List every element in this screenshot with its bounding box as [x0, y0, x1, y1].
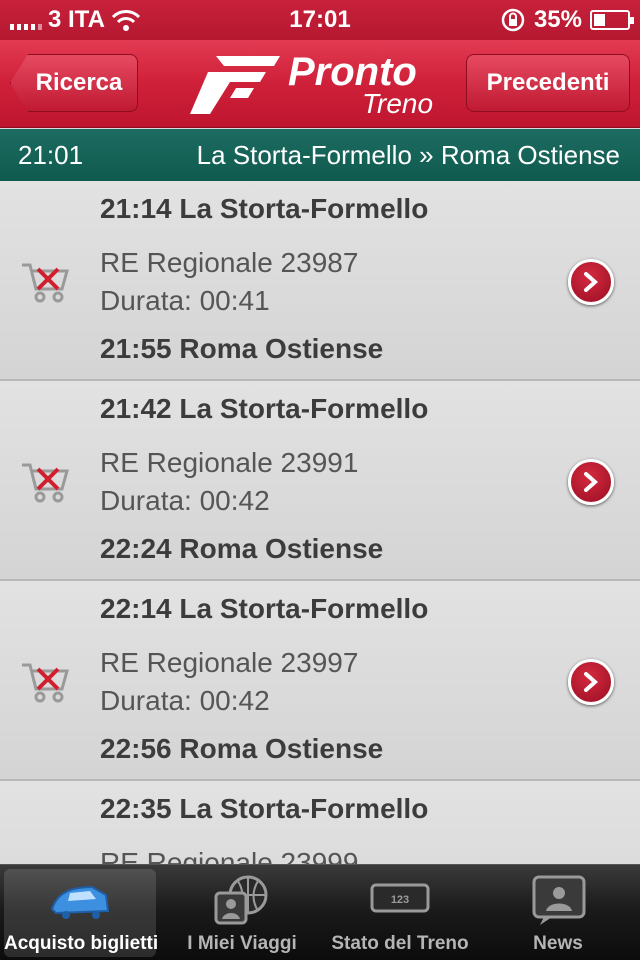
logo-word-treno: Treno	[362, 88, 434, 119]
previous-button[interactable]: Precedenti	[466, 54, 630, 112]
tab-label: I Miei Viaggi	[187, 933, 297, 954]
trip-duration: Durata: 00:41	[100, 285, 270, 316]
departure-time-station: 21:14 La Storta-Formello	[100, 193, 429, 224]
battery-icon	[590, 10, 634, 30]
battery-fill	[594, 14, 606, 26]
train-list: 21:14 La Storta-Formello RE Regionale 23…	[0, 181, 640, 864]
train-number: RE Regionale 23987	[100, 247, 359, 278]
train-number: RE Regionale 23999	[100, 847, 359, 864]
tab-label: Acquisto biglietti	[4, 933, 159, 954]
svg-text:123: 123	[391, 894, 409, 906]
train-row[interactable]: 22:35 La Storta-Formello RE Regionale 23…	[0, 781, 640, 864]
tab-bar: Acquisto biglietti I Miei Viaggi 123 Sta…	[0, 864, 640, 960]
train-number: RE Regionale 23991	[100, 447, 359, 478]
route-stations: La Storta-Formello » Roma Ostiense	[196, 140, 620, 170]
chevron-right-icon	[584, 672, 599, 692]
tab-label: News	[533, 933, 583, 954]
train-ticket-icon	[50, 885, 110, 919]
tab-acquisto-biglietti[interactable]: Acquisto biglietti	[4, 869, 159, 957]
tab-label: Stato del Treno	[331, 933, 469, 954]
globe-profile-icon	[214, 875, 268, 925]
navigation-bar: Ricerca Pronto Treno Precedenti	[0, 40, 640, 128]
status-bar: 3 ITA 17:01 35%	[0, 0, 640, 40]
cart-unavailable-icon	[22, 463, 69, 503]
tab-news[interactable]: News	[478, 869, 638, 957]
train-row[interactable]: 21:14 La Storta-Formello RE Regionale 23…	[0, 181, 640, 381]
chevron-right-icon	[584, 472, 599, 492]
departure-time-station: 22:35 La Storta-Formello	[100, 793, 429, 824]
tab-stato-del-treno[interactable]: 123 Stato del Treno	[320, 869, 480, 957]
arrival-time-station: 21:55 Roma Ostiense	[100, 333, 384, 364]
cart-unavailable-icon	[22, 663, 69, 703]
departure-time-station: 21:42 La Storta-Formello	[100, 393, 429, 424]
rotation-lock-icon	[501, 8, 525, 32]
trip-duration: Durata: 00:42	[100, 685, 270, 716]
battery-percent: 35%	[533, 6, 582, 33]
details-button[interactable]	[568, 459, 614, 505]
status-right: 35%	[500, 6, 634, 34]
route-time: 21:01	[18, 140, 84, 170]
arrival-time-station: 22:24 Roma Ostiense	[100, 533, 384, 564]
train-status-icon: 123	[370, 883, 430, 913]
train-row[interactable]: 21:42 La Storta-Formello RE Regionale 23…	[0, 381, 640, 581]
details-button[interactable]	[568, 659, 614, 705]
departure-time-station: 22:14 La Storta-Formello	[100, 593, 429, 624]
train-number: RE Regionale 23997	[100, 647, 359, 678]
details-button[interactable]	[568, 259, 614, 305]
tab-i-miei-viaggi[interactable]: I Miei Viaggi	[162, 869, 322, 957]
train-row[interactable]: 22:14 La Storta-Formello RE Regionale 23…	[0, 581, 640, 781]
arrival-time-station: 22:56 Roma Ostiense	[100, 733, 384, 764]
news-icon	[532, 875, 586, 925]
cart-unavailable-icon	[22, 263, 69, 303]
trip-duration: Durata: 00:42	[100, 485, 270, 516]
pronto-treno-logo: Pronto Treno	[186, 50, 446, 120]
trenitalia-logo-icon	[190, 56, 280, 114]
route-header: 21:01 La Storta-Formello » Roma Ostiense	[0, 129, 640, 181]
chevron-right-icon	[584, 272, 599, 292]
back-button[interactable]: Ricerca	[10, 54, 138, 112]
